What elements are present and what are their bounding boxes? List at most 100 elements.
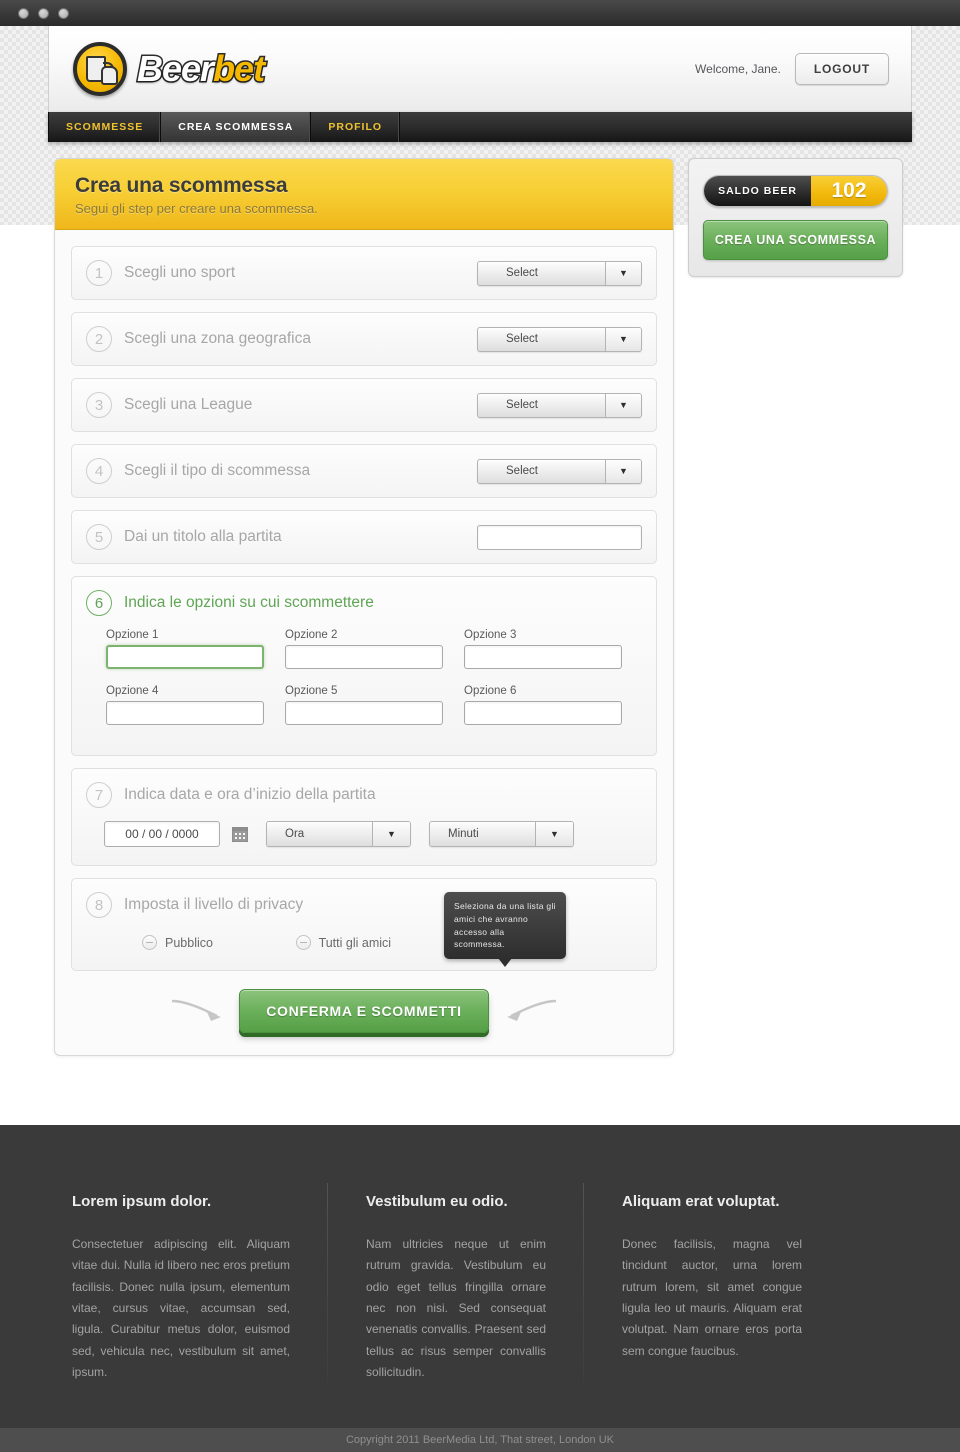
window-titlebar — [0, 0, 960, 26]
logo-text-bet: bet — [212, 48, 267, 89]
copyright-bar: Copyright 2011 BeerMedia Ltd, That stree… — [0, 1428, 960, 1452]
steps-list: 1 Scegli uno sport Select ▼ 2 Scegli una… — [55, 230, 673, 1055]
footer-column-1-body: Consectetuer adipiscing elit. Aliquam vi… — [72, 1237, 290, 1380]
chevron-down-icon: ▼ — [605, 393, 641, 417]
date-input[interactable] — [104, 821, 220, 847]
step-2-label: Scegli una zona geografica — [124, 330, 311, 347]
tipo-scommessa-select[interactable]: Select ▼ — [477, 458, 642, 484]
option-3-input[interactable] — [464, 645, 622, 669]
privacy-option-pubblico[interactable]: Pubblico — [142, 935, 296, 950]
option-4-input[interactable] — [106, 701, 264, 725]
footer-column-3: Aliquam erat voluptat. Donec facilisis, … — [584, 1193, 840, 1428]
page-subtitle: Segui gli step per creare una scommessa. — [75, 201, 318, 216]
page-title: Crea una scommessa — [75, 174, 288, 197]
option-2-input[interactable] — [285, 645, 443, 669]
content-area: Crea una scommessa Segui gli step per cr… — [48, 142, 912, 1056]
sidebar-create-bet-button[interactable]: CREA UNA SCOMMESSA — [703, 220, 888, 260]
step-6-label: Indica le opzioni su cui scommettere — [124, 594, 374, 611]
league-select-value: Select — [506, 399, 538, 411]
option-5-label: Opzione 5 — [285, 685, 338, 697]
step-1-label: Scegli uno sport — [124, 264, 236, 281]
footer-column-1: Lorem ipsum dolor. Consectetuer adipisci… — [72, 1183, 328, 1428]
hour-select[interactable]: Ora ▼ — [266, 821, 411, 847]
privacy-option-pubblico-label: Pubblico — [165, 935, 213, 950]
step-8-card: 8 Imposta il livello di privacy Selezion… — [71, 878, 657, 971]
step-8-number: 8 — [86, 892, 112, 918]
titolo-partita-input[interactable] — [477, 524, 642, 550]
confirm-bet-button[interactable]: CONFERMA E SCOMMETTI — [239, 989, 489, 1033]
zona-geografica-select-value: Select — [506, 333, 538, 345]
sport-select[interactable]: Select ▼ — [477, 260, 642, 286]
calendar-icon[interactable] — [232, 826, 248, 842]
footer-column-3-title: Aliquam erat voluptat. — [622, 1193, 780, 1210]
step-7-label: Indica data e ora d’inizio della partita — [124, 786, 376, 803]
confirm-area: CONFERMA E SCOMMETTI — [71, 989, 657, 1033]
radio-unchecked-icon — [142, 935, 157, 950]
main-navigation: SCOMMESSE CREA SCOMMESSA PROFILO — [48, 112, 912, 142]
option-2-cell: Opzione 2 — [285, 629, 443, 669]
site-wrapper: Beerbet Welcome, Jane. LOGOUT SCOMMESSE … — [48, 26, 912, 1056]
site-logo[interactable]: Beerbet — [73, 42, 267, 96]
option-6-input[interactable] — [464, 701, 622, 725]
maximize-window-button[interactable] — [58, 7, 69, 19]
nav-item-scommesse[interactable]: SCOMMESSE — [48, 112, 162, 142]
step-7-card: 7 Indica data e ora d’inizio della parti… — [71, 768, 657, 866]
radio-unchecked-icon — [295, 935, 311, 950]
step-2-card: 2 Scegli una zona geografica Select ▼ — [71, 312, 657, 366]
tipo-scommessa-select-value: Select — [506, 465, 538, 477]
step-6-number: 6 — [86, 590, 112, 616]
step-4-card: 4 Scegli il tipo di scommessa Select ▼ — [71, 444, 657, 498]
league-select[interactable]: Select ▼ — [477, 392, 642, 418]
privacy-option-tutti-gli-amici-label: Tutti gli amici — [318, 935, 392, 950]
step-2-number: 2 — [86, 326, 112, 352]
option-3-cell: Opzione 3 — [464, 629, 622, 669]
option-6-cell: Opzione 6 — [464, 685, 622, 725]
header-account-area: Welcome, Jane. LOGOUT — [695, 53, 889, 85]
footer-column-3-body: Donec facilisis, magna vel tincidunt auc… — [622, 1237, 802, 1358]
arrow-left-icon — [172, 999, 222, 1021]
step-3-card: 3 Scegli una League Select ▼ — [71, 378, 657, 432]
arrow-right-icon — [506, 999, 556, 1021]
chevron-down-icon: ▼ — [535, 822, 573, 846]
minute-select[interactable]: Minuti ▼ — [429, 821, 574, 847]
logout-button[interactable]: LOGOUT — [794, 53, 889, 85]
create-bet-panel: Crea una scommessa Segui gli step per cr… — [54, 158, 674, 1056]
beer-mug-logo-icon — [73, 42, 127, 96]
close-window-button[interactable] — [18, 7, 29, 19]
option-2-label: Opzione 2 — [285, 629, 338, 641]
step-7-number: 7 — [86, 782, 112, 808]
step-4-number: 4 — [86, 458, 112, 484]
minute-select-value: Minuti — [448, 828, 479, 840]
chevron-down-icon: ▼ — [605, 261, 641, 285]
minimize-window-button[interactable] — [38, 7, 49, 19]
option-1-label: Opzione 1 — [106, 629, 159, 641]
step-8-label: Imposta il livello di privacy — [124, 896, 304, 913]
chevron-down-icon: ▼ — [605, 459, 641, 483]
balance-value: 102 — [811, 176, 887, 206]
step-5-label: Dai un titolo alla partita — [124, 528, 282, 545]
hour-select-value: Ora — [285, 828, 305, 840]
panel-header: Crea una scommessa Segui gli step per cr… — [55, 159, 673, 230]
welcome-message: Welcome, Jane. — [695, 62, 781, 76]
sport-select-value: Select — [506, 267, 538, 279]
step-5-card: 5 Dai un titolo alla partita — [71, 510, 657, 564]
zona-geografica-select[interactable]: Select ▼ — [477, 326, 642, 352]
step-6-card: 6 Indica le opzioni su cui scommettere O… — [71, 576, 657, 756]
datetime-controls: Ora ▼ Minuti ▼ — [72, 821, 656, 865]
nav-item-crea-scommessa[interactable]: CREA SCOMMESSA — [161, 112, 312, 142]
footer-column-2: Vestibulum eu odio. Nam ultricies neque … — [328, 1183, 584, 1428]
nav-item-profilo[interactable]: PROFILO — [311, 112, 401, 142]
step-5-number: 5 — [86, 524, 112, 550]
chevron-down-icon: ▼ — [372, 822, 410, 846]
footer-column-2-title: Vestibulum eu odio. — [366, 1193, 508, 1210]
logo-wordmark: Beerbet — [135, 48, 267, 89]
sidebar: SALDO BEER 102 CREA UNA SCOMMESSA — [688, 158, 903, 277]
step-3-label: Scegli una League — [124, 396, 253, 413]
window-controls — [18, 7, 69, 19]
step-1-card: 1 Scegli uno sport Select ▼ — [71, 246, 657, 300]
options-grid: Opzione 1 Opzione 2 Opzione 3 Opzione 4 … — [72, 629, 656, 733]
balance-widget: SALDO BEER 102 CREA UNA SCOMMESSA — [688, 158, 903, 277]
option-5-input[interactable] — [285, 701, 443, 725]
option-1-input[interactable] — [106, 645, 264, 669]
logo-text-beer: Beer — [135, 48, 215, 89]
